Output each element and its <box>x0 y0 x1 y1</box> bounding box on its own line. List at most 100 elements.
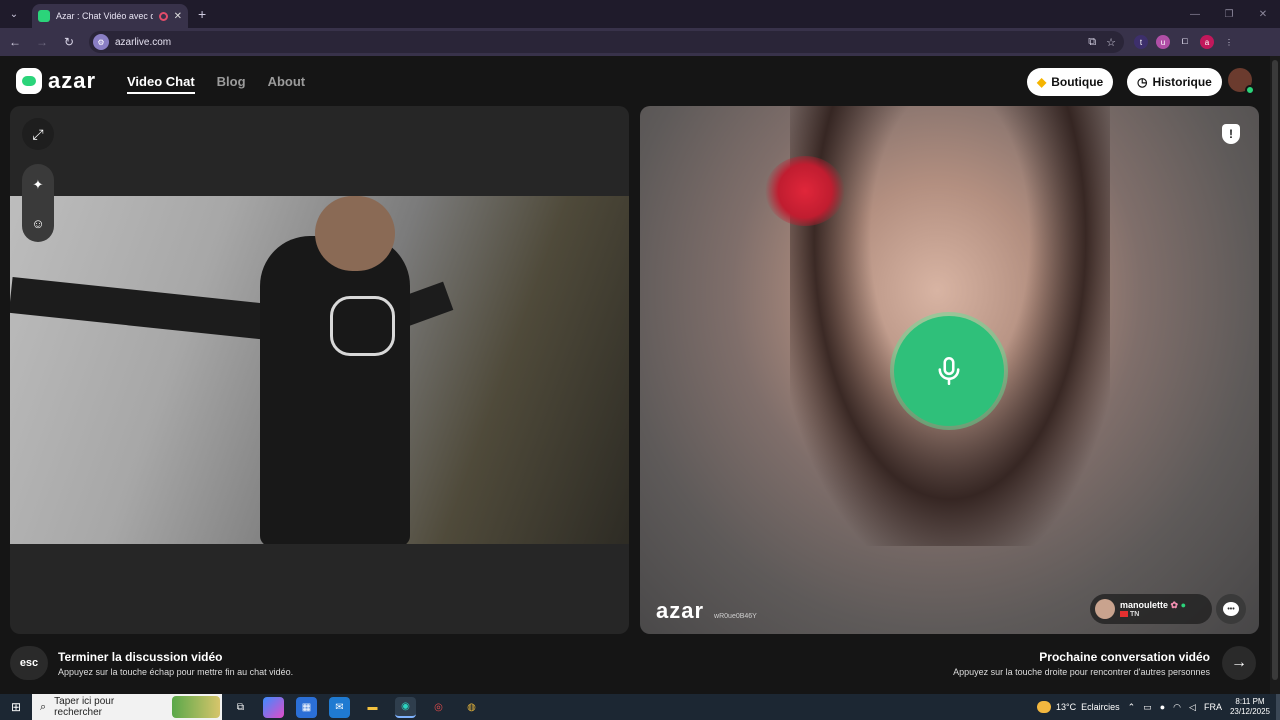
taskbar-apps: ⧉ ▦ ✉ ▬ ◉ ◎ ◍ <box>230 696 482 718</box>
watermark-logo: azar <box>656 598 705 623</box>
microphone-icon <box>938 356 960 386</box>
system-tray: 13°C Eclaircies ⌃ ▭ ● ◠ ◁ FRA 8:11 PM 23… <box>1037 697 1276 717</box>
user-avatar[interactable] <box>1228 68 1255 95</box>
face-filter-button[interactable]: ☺ <box>22 206 54 240</box>
edge-icon[interactable]: ◉ <box>395 696 416 718</box>
end-chat-title: Terminer la discussion vidéo <box>58 650 223 664</box>
browser-menu-icon[interactable]: ⋮ <box>1222 35 1236 49</box>
browser-tab[interactable]: Azar : Chat Vidéo avec de n ✕ <box>32 4 188 28</box>
browser-tabbar: ⌄ Azar : Chat Vidéo avec de n ✕ + — ❐ ✕ <box>0 0 1280 28</box>
mic-tray-icon[interactable]: ● <box>1160 702 1165 712</box>
site-header: azar Video Chat Blog About ◆ Boutique ◷ … <box>0 56 1270 106</box>
taskbar-search[interactable]: ⌕ Taper ici pour rechercher <box>32 694 222 720</box>
file-explorer-icon[interactable]: ▬ <box>362 697 383 718</box>
report-shield-icon[interactable]: ! <box>1222 124 1240 144</box>
historique-button[interactable]: ◷ Historique <box>1127 68 1222 96</box>
show-desktop-button[interactable] <box>1276 694 1280 720</box>
next-chat-hint: Appuyez sur la touche droite pour rencon… <box>953 667 1210 677</box>
weather-widget[interactable]: 13°C Eclaircies <box>1037 701 1120 713</box>
tray-chevron-icon[interactable]: ⌃ <box>1128 702 1136 713</box>
tab-title: Azar : Chat Vidéo avec de n <box>56 11 153 21</box>
search-icon: ⌕ <box>40 700 47 713</box>
network-icon[interactable]: ▭ <box>1143 702 1152 713</box>
azar-watermark: azar wR0ue0B46Y <box>656 598 757 624</box>
page-scrollbar[interactable] <box>1270 56 1280 694</box>
windows-taskbar: ⊞ ⌕ Taper ici pour rechercher ⧉ ▦ ✉ ▬ ◉ … <box>0 694 1280 720</box>
end-chat-button[interactable]: esc <box>10 646 48 680</box>
nav-video-chat[interactable]: Video Chat <box>127 74 195 94</box>
expand-icon: ⤢ <box>32 125 44 142</box>
url-text: azarlive.com <box>115 36 172 48</box>
extension-u-icon[interactable]: u <box>1156 35 1170 49</box>
azar-logo-icon <box>16 68 42 94</box>
microphone-button[interactable] <box>894 316 1004 426</box>
tab-close-icon[interactable]: ✕ <box>174 11 182 22</box>
close-window-button[interactable]: ✕ <box>1246 0 1280 28</box>
tab-search-button[interactable]: ⌄ <box>0 0 28 28</box>
flag-icon <box>1120 611 1128 618</box>
verified-icon: ● <box>1180 600 1187 610</box>
copilot-icon[interactable] <box>263 696 284 718</box>
forward-button[interactable]: → <box>30 30 54 54</box>
back-button[interactable]: ← <box>3 30 27 54</box>
volume-icon[interactable]: ◁ <box>1189 702 1196 713</box>
new-tab-button[interactable]: + <box>198 6 206 22</box>
nav-blog[interactable]: Blog <box>217 74 246 94</box>
reload-button[interactable]: ↻ <box>57 30 81 54</box>
outlook-icon[interactable]: ✉ <box>329 696 350 718</box>
azar-favicon-icon <box>38 10 50 22</box>
weather-temp: 13°C <box>1056 702 1077 712</box>
bookmark-star-icon[interactable]: ☆ <box>1106 36 1116 49</box>
chat-icon: ••• <box>1223 602 1239 616</box>
wifi-icon[interactable]: ◠ <box>1173 702 1181 713</box>
window-controls: — ❐ ✕ <box>1178 0 1280 28</box>
windows-logo-icon: ⊞ <box>10 700 22 714</box>
language-indicator[interactable]: FRA <box>1204 702 1222 712</box>
partner-profile-pill[interactable]: manoulette ✿ ● TN <box>1090 594 1212 624</box>
partner-video-panel: ! azar wR0ue0B46Y manoulette ✿ ● TN ••• <box>640 106 1259 634</box>
online-status-dot <box>1245 85 1255 95</box>
clock-time: 8:11 PM <box>1235 697 1265 706</box>
partner-username: manoulette <box>1120 600 1169 610</box>
minimize-button[interactable]: — <box>1178 0 1212 28</box>
self-camera-feed <box>10 196 629 544</box>
task-view-icon[interactable]: ⧉ <box>230 697 251 718</box>
arrow-right-icon: → <box>1231 654 1247 671</box>
browser-toolbar: ← → ↻ ⚙ azarlive.com ⧉ ☆ t u ⧠ a ⋮ <box>0 28 1280 56</box>
azar-logo[interactable]: azar <box>16 68 96 94</box>
page: azar Video Chat Blog About ◆ Boutique ◷ … <box>0 56 1280 694</box>
next-chat-button[interactable]: → <box>1222 646 1256 680</box>
profile-icon[interactable]: a <box>1200 35 1214 49</box>
chrome-icon[interactable]: ◍ <box>461 697 482 718</box>
start-button[interactable]: ⊞ <box>0 700 32 714</box>
end-chat-hint: Appuyez sur la touche échap pour mettre … <box>58 667 294 677</box>
boutique-label: Boutique <box>1051 75 1104 89</box>
effects-toolbar: ✦ ☺ <box>22 164 54 242</box>
weather-text: Eclaircies <box>1081 702 1120 712</box>
face-filter-icon: ☺ <box>31 215 45 231</box>
sparkle-effects-button[interactable]: ✦ <box>22 168 54 202</box>
keyboard-hints: esc Terminer la discussion vidéo Appuyez… <box>0 644 1270 684</box>
search-highlight-image <box>172 696 220 718</box>
expand-button[interactable]: ⤢ <box>22 118 54 150</box>
main-nav: Video Chat Blog About <box>127 74 305 94</box>
install-app-icon[interactable]: ⧉ <box>1088 36 1096 49</box>
nav-about[interactable]: About <box>268 74 306 94</box>
historique-label: Historique <box>1152 75 1212 89</box>
recorder-icon[interactable]: ◎ <box>428 697 449 718</box>
partner-country: TN <box>1130 611 1140 618</box>
extensions: t u ⧠ a ⋮ <box>1134 35 1236 49</box>
clock-icon: ◷ <box>1137 75 1148 89</box>
next-chat-title: Prochaine conversation vidéo <box>1039 650 1210 664</box>
restore-button[interactable]: ❐ <box>1212 0 1246 28</box>
site-info-icon[interactable]: ⚙ <box>93 34 109 50</box>
chat-button[interactable]: ••• <box>1216 594 1246 624</box>
store-icon[interactable]: ▦ <box>296 696 317 718</box>
boutique-button[interactable]: ◆ Boutique <box>1027 68 1114 96</box>
extension-t-icon[interactable]: t <box>1134 35 1148 49</box>
gem-icon: ◆ <box>1037 75 1047 89</box>
partner-avatar <box>1095 599 1115 619</box>
clock[interactable]: 8:11 PM 23/12/2025 <box>1230 697 1270 717</box>
extensions-puzzle-icon[interactable]: ⧠ <box>1178 35 1192 49</box>
address-bar[interactable]: ⚙ azarlive.com ⧉ ☆ <box>89 31 1124 53</box>
